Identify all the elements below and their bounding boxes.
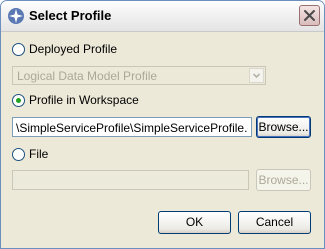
workspace-profile-radio[interactable] — [12, 93, 25, 107]
file-browse-label: Browse... — [258, 173, 309, 187]
workspace-path-value: \SimpleServiceProfile\SimpleServiceProfi… — [16, 121, 248, 135]
deployed-profile-option[interactable]: Deployed Profile — [12, 42, 117, 56]
deployed-profile-combo[interactable]: Logical Data Model Profile — [12, 66, 266, 85]
workspace-browse-label: Browse... — [258, 120, 309, 134]
eclipse-sparkle-icon — [8, 8, 24, 24]
close-icon — [304, 10, 315, 21]
chevron-down-icon — [252, 73, 261, 79]
workspace-path-field[interactable]: \SimpleServiceProfile\SimpleServiceProfi… — [12, 117, 252, 137]
cancel-button[interactable]: Cancel — [238, 211, 311, 234]
file-label: File — [29, 147, 49, 161]
deployed-profile-radio[interactable] — [12, 42, 25, 56]
cancel-label: Cancel — [255, 215, 294, 229]
workspace-browse-button[interactable]: Browse... — [256, 116, 311, 138]
ok-button[interactable]: OK — [158, 211, 231, 234]
title-bar: Select Profile — [1, 1, 324, 32]
close-button[interactable] — [299, 5, 320, 26]
workspace-profile-label: Profile in Workspace — [29, 93, 139, 107]
window-title: Select Profile — [29, 8, 112, 23]
file-radio[interactable] — [12, 147, 25, 161]
combo-value: Logical Data Model Profile — [17, 69, 158, 83]
deployed-profile-label: Deployed Profile — [29, 42, 118, 56]
select-profile-dialog: Select Profile Deployed Profile Logical … — [0, 0, 325, 249]
dialog-body: Deployed Profile Logical Data Model Prof… — [1, 32, 324, 248]
ok-label: OK — [185, 215, 204, 229]
file-option[interactable]: File — [12, 147, 48, 161]
combo-arrow-button[interactable] — [249, 68, 264, 83]
file-path-field[interactable] — [12, 170, 249, 190]
workspace-profile-option[interactable]: Profile in Workspace — [12, 93, 139, 107]
file-browse-button[interactable]: Browse... — [256, 169, 311, 191]
